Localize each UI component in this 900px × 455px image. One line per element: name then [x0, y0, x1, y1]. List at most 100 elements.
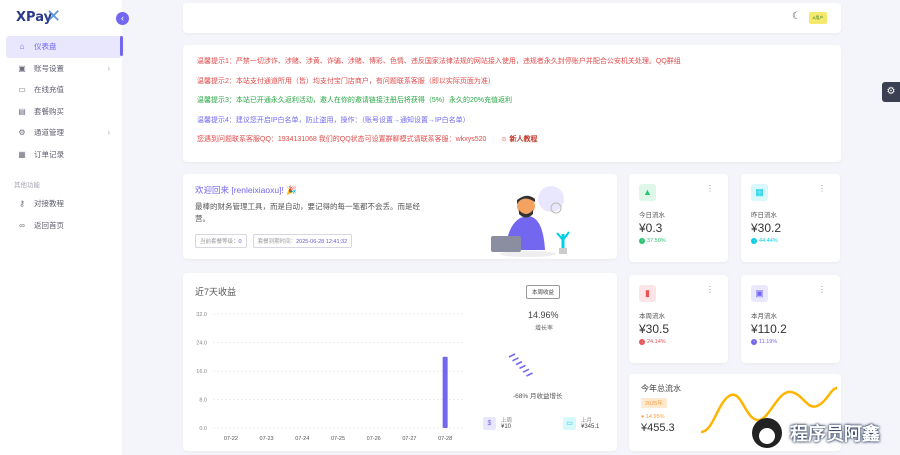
key-icon: ⚷ — [19, 199, 25, 209]
y-tick-label: 0.0 — [199, 426, 207, 432]
x-tick-label: 07-28 — [438, 436, 452, 442]
revenue-chart-card: 近7天收益 本周收益 32.0 24.0 16.0 8.0 0.0 07-22 07-23 0… — [183, 273, 617, 451]
y-tick-label: 8.0 — [199, 398, 207, 404]
sidebar-item-label: 订单记录 — [34, 149, 64, 159]
watermark-text: 程序员阿鑫 — [790, 424, 880, 445]
notice-text: 温馨提示3：本站已开通永久返利活动，邀人在你的邀请链接注册后将获得（5%）永久的… — [197, 97, 513, 104]
notice-text: 温馨提示1：严禁一切涉诈、涉赌、涉黄、诈骗、涉赌、博彩、色情、违反国家法律法规的… — [197, 58, 681, 65]
sidebar-item-label: 套餐购买 — [34, 106, 64, 116]
stat-percent: ↑ 37.50% — [639, 238, 666, 244]
last-week-value: ¥10 — [501, 424, 512, 430]
last-month-label: 上月 — [581, 418, 593, 424]
stat-percent: ↑ 11.19% — [751, 339, 778, 345]
growth-label: 增长率 — [535, 326, 554, 332]
last-month-value: ¥345.1 — [581, 424, 600, 430]
sidebar-item-items1[interactable]: ▣ 账号设置 › — [6, 58, 122, 80]
x-tick-label: 07-26 — [367, 436, 381, 442]
gear-icon[interactable]: ⚙ — [882, 82, 900, 102]
stat-value: ¥110.2 — [751, 322, 787, 336]
stat-percent: ↓ 24.14% — [639, 339, 666, 345]
dollar-icon: $ — [483, 416, 496, 430]
notice-card: 温馨提示1：严禁一切涉诈、涉赌、涉黄、诈骗、涉赌、博彩、色情、违反国家法律法规的… — [183, 45, 841, 162]
welcome-card: 欢迎回来 [renleixiaoxu]! 🎉 最棒的财务管理工具，而是自动，要记… — [183, 174, 617, 259]
wallet-icon: ▭ — [563, 416, 576, 430]
avatar[interactable]: A用户 — [809, 12, 827, 24]
sidebar-item-items4[interactable]: ⚙ 通道管理 › — [6, 122, 122, 144]
sidebar-item-label: 账号设置 — [34, 63, 64, 73]
moon-icon[interactable]: ☾ — [792, 11, 801, 22]
gauge-tick — [522, 368, 530, 373]
notice-line: 温馨提示3：本站已开通永久返利活动，邀人在你的邀请链接注册后将获得（5%）永久的… — [197, 95, 827, 115]
x-tick-label: 07-24 — [295, 436, 309, 442]
stat-label: 今日流水 — [639, 212, 665, 219]
calendar-icon: ▦ — [751, 184, 768, 201]
sidebar-item-extra_items0[interactable]: ⚷ 对接教程 — [6, 193, 122, 215]
link-icon: ∞ — [19, 220, 25, 230]
more-vertical-icon[interactable]: ⋮ — [706, 184, 714, 193]
notice-line: 温馨提示4：建议您开启IP白名单，防止盗用，操作：（账号设置→通知设置→IP白名… — [197, 115, 827, 135]
sidebar-item-extra_items1[interactable]: ∞ 返回首页 — [6, 215, 122, 237]
notice-line: 温馨提示1：严禁一切涉诈、涉赌、涉黄、诈骗、涉赌、博彩、色情、违反国家法律法规的… — [197, 56, 827, 76]
notice-text: 温馨提示2：本站支付通道所用（皆）均支付宝门店商户，有问题联系客服（即以实际页面… — [197, 77, 495, 85]
stat-value: ¥30.2 — [751, 221, 782, 235]
stat-card: ▲ ⋮ 今日流水 ¥0.3 ↑ 37.50% — [629, 174, 728, 262]
brand-logo[interactable]: XPay ✕ — [16, 6, 61, 27]
list-icon: ▦ — [18, 149, 26, 159]
week-income-button[interactable]: 本周收益 — [526, 285, 561, 299]
stat-label: 昨日流水 — [751, 212, 777, 219]
chevron-left-icon[interactable]: ‹ — [116, 12, 129, 25]
sidebar-item-label: 返回首页 — [34, 220, 64, 230]
user-card-icon: ▣ — [18, 63, 26, 73]
stat-label: 本月流水 — [751, 313, 777, 320]
sidebar-item-items3[interactable]: ▤ 套餐购买 — [6, 101, 122, 123]
stat-card: ▣ ⋮ 本月流水 ¥110.2 ↑ 11.19% — [741, 275, 840, 363]
year-badge: 2025年 — [641, 398, 667, 408]
x-tick-label: 07-22 — [224, 436, 238, 442]
stat-value: ¥30.5 — [639, 322, 670, 336]
stat-card: ▮ ⋮ 本周流水 ¥30.5 ↓ 24.14% — [629, 275, 728, 363]
cart-icon: ▤ — [18, 106, 26, 116]
notice-line: 温馨提示2：本站支付通道所用（皆）均支付宝门店商户，有问题联系客服（即以实际页面… — [197, 76, 827, 96]
last-month-box: ▭ 上月 ¥345.1 — [563, 416, 599, 430]
sidebar-item-items0[interactable]: ⌂ 仪表盘 — [6, 36, 122, 58]
stat-value: ¥0.3 — [639, 221, 663, 235]
gauge-icon — [508, 353, 533, 377]
sidebar-item-items2[interactable]: ▭ 在线充值 — [6, 79, 122, 101]
info-chip: 当前套餐等级：0 — [195, 234, 247, 248]
money-icon: ▮ — [639, 285, 656, 302]
chart-bar[interactable] — [442, 356, 448, 428]
top-navbar: ☾ A用户 — [183, 3, 841, 33]
active-indicator — [120, 36, 123, 56]
arrow-up-icon: ↑ — [751, 238, 757, 244]
sidebar-item-items5[interactable]: ▦ 订单记录 — [6, 144, 122, 166]
chip-label: 当前套餐等级： — [200, 239, 239, 245]
y-tick-label: 32.0 — [196, 312, 207, 318]
more-vertical-icon[interactable]: ⋮ — [706, 285, 714, 294]
watermark: 程序员阿鑫 — [752, 418, 880, 448]
info-chip: 套餐到期时间：2025-06-28 12:41:32 — [252, 234, 353, 248]
gear-icon: ⚙ — [18, 128, 26, 138]
sidebar-item-label: 通道管理 — [34, 128, 64, 138]
notice-text: 温馨提示4：建议您开启IP白名单，防止盗用，操作：（账号设置→通知设置→IP白名… — [197, 116, 470, 124]
x-tick-label: 07-23 — [260, 436, 274, 442]
welcome-quote: 最棒的财务管理工具，而是自动，要记得的每一笔都不会丢。而是经营。 — [195, 202, 420, 223]
sidebar-item-label: 仪表盘 — [34, 42, 57, 52]
tutorial-label: 新人教程 — [509, 136, 538, 143]
more-vertical-icon[interactable]: ⋮ — [818, 184, 826, 193]
x-tick-label: 07-25 — [331, 436, 345, 442]
more-vertical-icon[interactable]: ⋮ — [818, 285, 826, 294]
gauge-tick — [515, 360, 523, 366]
gauge-tick — [519, 364, 526, 370]
sidebar-item-label: 对接教程 — [34, 199, 64, 209]
tutorial-link[interactable]: ☺ 新人教程 — [500, 134, 537, 145]
monthly-growth-text: -68% 月收益增长 — [513, 393, 563, 400]
wallet-icon: ▭ — [18, 85, 26, 95]
gauge-tick — [526, 372, 533, 377]
penguin-logo — [752, 418, 782, 448]
sidebar-nav: ⌂ 仪表盘 ▣ 账号设置 › ▭ 在线充值 ▤ 套餐购买 ⚙ 通道管理 › ▦ 订单记录 其他功能 ⚷ 对接教程… — [6, 36, 122, 236]
growth-percent: 14.96% — [528, 310, 559, 320]
home-icon: ⌂ — [19, 42, 25, 52]
sidebar-item-label: 在线充值 — [34, 85, 64, 95]
sidebar-section-title: 其他功能 — [14, 182, 40, 189]
box-icon: ▣ — [751, 285, 768, 302]
